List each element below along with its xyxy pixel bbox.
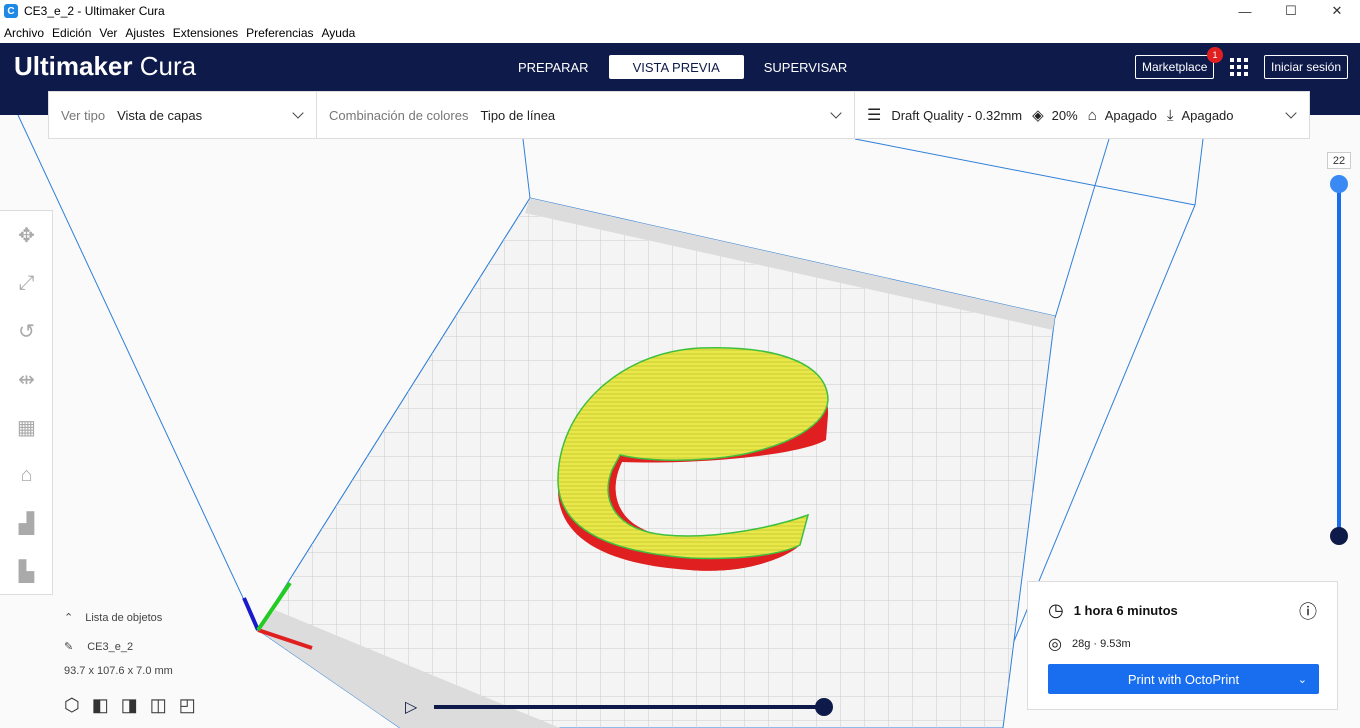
scale-tool-icon[interactable]: ⤢: [0, 259, 53, 307]
cura-app-icon: C: [4, 4, 18, 18]
marketplace-button[interactable]: Marketplace: [1135, 55, 1215, 79]
quality-value: Draft Quality - 0.32mm: [891, 107, 1023, 123]
title-bar: C CE3_e_2 - Ultimaker Cura — ☐ ✕: [0, 0, 1360, 22]
minimize-button[interactable]: —: [1222, 0, 1268, 22]
select-face-icon[interactable]: ▙: [0, 547, 53, 595]
clock-icon: ◷: [1048, 600, 1064, 620]
window-controls: — ☐ ✕: [1222, 0, 1360, 22]
support-blocker-icon[interactable]: ⌂: [0, 451, 53, 499]
list-item[interactable]: ✎ CE3_e_2: [64, 640, 196, 654]
adhesion-value: Apagado: [1181, 107, 1234, 123]
apps-grid-icon[interactable]: [1230, 58, 1248, 76]
layer-slider-bottom-handle: [1330, 527, 1348, 545]
print-time-row: ◷ 1 hora 6 minutos: [1048, 600, 1178, 621]
mirror-tool-icon[interactable]: ⇹: [0, 355, 53, 403]
info-icon[interactable]: ⓘ: [1299, 598, 1317, 624]
support-value: Apagado: [1104, 107, 1157, 123]
tab-vista-previa[interactable]: VISTA PREVIA: [608, 55, 744, 79]
left-view-icon[interactable]: ◫: [150, 695, 167, 716]
chevron-down-icon[interactable]: ⌄: [1298, 673, 1307, 686]
layer-slider-top-handle: [1330, 175, 1348, 193]
print-with-octoprint-button[interactable]: Print with OctoPrint ⌄: [1048, 664, 1319, 694]
move-tool-icon[interactable]: ✥: [0, 211, 53, 259]
chevron-down-icon: [292, 107, 304, 119]
lay-flat-icon[interactable]: ▟: [0, 499, 53, 547]
material-row: ◎ 28g · 9.53m: [1048, 634, 1131, 654]
logo-bold-text: Ultimaker: [14, 51, 133, 81]
right-view-icon[interactable]: ◰: [179, 695, 196, 716]
object-dimensions: 93.7 x 107.6 x 7.0 mm: [64, 665, 173, 677]
sign-in-button[interactable]: Iniciar sesión: [1264, 55, 1349, 79]
window-title: CE3_e_2 - Ultimaker Cura: [24, 4, 165, 18]
rotate-tool-icon[interactable]: ↺: [0, 307, 53, 355]
menu-archivo[interactable]: Archivo: [0, 26, 48, 40]
color-scheme-label: Combinación de colores: [329, 107, 469, 123]
tab-preparar[interactable]: PREPARAR: [506, 55, 601, 79]
per-model-settings-icon[interactable]: ▦: [0, 403, 53, 451]
view-toolbar: Ver tipo Vista de capas Combinación de c…: [48, 91, 1310, 139]
menu-ver[interactable]: Ver: [95, 26, 121, 40]
chevron-down-icon: [1285, 107, 1297, 119]
close-button[interactable]: ✕: [1314, 0, 1360, 22]
simulation-handle: [815, 698, 833, 716]
support-icon: ⌂: [1087, 106, 1097, 124]
print-settings-button[interactable]: ☰ Draft Quality - 0.32mm ◈ 20% ⌂ Apagado…: [855, 92, 1309, 138]
pencil-icon: ✎: [64, 641, 74, 653]
chevron-down-icon: [830, 107, 842, 119]
top-view-icon[interactable]: ◨: [121, 695, 138, 716]
front-view-icon[interactable]: ◧: [92, 695, 109, 716]
sliders-icon: ☰: [867, 107, 882, 124]
view-type-label: Ver tipo: [61, 107, 106, 123]
stage-tabs: PREPARAR VISTA PREVIA SUPERVISAR: [506, 55, 867, 79]
print-button-label: Print with OctoPrint: [1127, 671, 1240, 687]
chevron-up-icon: ⌃: [64, 612, 74, 624]
color-scheme-select[interactable]: Combinación de colores Tipo de línea: [317, 92, 855, 138]
color-scheme-value: Tipo de línea: [480, 107, 556, 123]
ultimaker-cura-logo: Ultimaker Cura: [14, 51, 196, 82]
tab-supervisar[interactable]: SUPERVISAR: [752, 55, 860, 79]
menu-preferencias[interactable]: Preferencias: [242, 26, 317, 40]
material-usage: 28g · 9.53m: [1071, 638, 1131, 650]
print-time: 1 hora 6 minutos: [1073, 603, 1178, 618]
view-type-select[interactable]: Ver tipo Vista de capas: [49, 92, 317, 138]
logo-light-text: Cura: [139, 51, 197, 81]
spool-icon: ◎: [1048, 636, 1062, 653]
marketplace-notification-badge: 1: [1207, 47, 1223, 63]
maximize-button[interactable]: ☐: [1268, 0, 1314, 22]
menu-extensiones[interactable]: Extensiones: [169, 26, 242, 40]
menu-ayuda[interactable]: Ayuda: [318, 26, 360, 40]
infill-value: 20%: [1051, 107, 1078, 123]
menu-edicion[interactable]: Edición: [48, 26, 95, 40]
build-plate-grid: [258, 198, 1055, 728]
view-orientation-buttons: ⬡ ◧ ◨ ◫ ◰: [64, 695, 196, 716]
print-info-panel: ◷ 1 hora 6 minutos ⓘ ◎ 28g · 9.53m Print…: [1027, 581, 1338, 710]
layer-number-label[interactable]: 22: [1327, 152, 1351, 169]
object-list: ⌃ Lista de objetos ✎ CE3_e_2 93.7 x 107.…: [64, 611, 196, 716]
tool-sidebar: ✥ ⤢ ↺ ⇹ ▦ ⌂ ▟ ▙: [0, 210, 53, 595]
3d-view-icon[interactable]: ⬡: [64, 695, 80, 716]
menu-ajustes[interactable]: Ajustes: [121, 26, 168, 40]
infill-icon: ◈: [1032, 107, 1044, 124]
menu-bar: Archivo Edición Ver Ajustes Extensiones …: [0, 22, 1360, 43]
object-list-title: Lista de objetos: [85, 611, 163, 624]
adhesion-icon: ⤓: [1166, 106, 1174, 124]
play-simulation-icon[interactable]: ▷: [405, 697, 417, 717]
object-list-header[interactable]: ⌃ Lista de objetos: [64, 611, 196, 625]
object-name: CE3_e_2: [87, 640, 134, 653]
view-type-value: Vista de capas: [117, 107, 203, 123]
